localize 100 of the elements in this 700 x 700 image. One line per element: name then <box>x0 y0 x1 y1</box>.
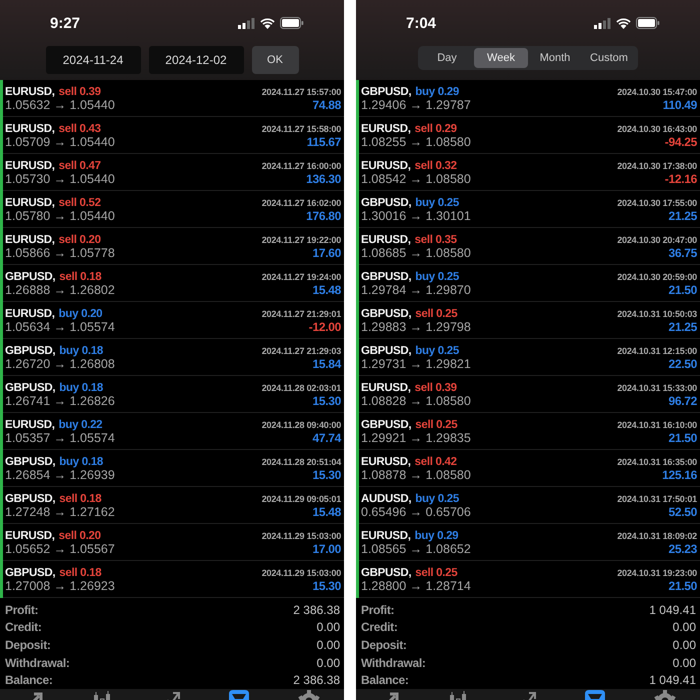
trade-order: sell 0.43 <box>58 122 101 134</box>
trade-time: 2024.11.29 15:03:00 <box>262 530 341 540</box>
battery-icon <box>636 17 660 29</box>
trade-time: 2024.10.30 20:59:00 <box>617 272 697 282</box>
summary-label: Balance: <box>5 673 53 688</box>
summary-value: 0.00 <box>316 656 340 670</box>
trade-order: sell 0.39 <box>414 382 457 394</box>
trade-profit: 36.75 <box>668 246 697 260</box>
trade-time: 2024.11.29 09:05:01 <box>262 494 341 504</box>
battery-icon <box>280 17 304 29</box>
trade-time: 2024.11.27 16:00:00 <box>262 160 341 170</box>
trade-symbol: EURUSD, <box>361 530 411 542</box>
summary-label: Profit: <box>361 602 394 617</box>
trade-order: buy 0.18 <box>59 456 103 468</box>
trade-symbol: GBPUSD, <box>361 270 412 282</box>
trade-prices: 1.29731 → 1.29821 <box>361 356 471 370</box>
end-date-field[interactable]: 2024-12-02 <box>148 46 244 74</box>
trade-symbol: EURUSD, <box>361 160 411 172</box>
trade-symbol: EURUSD, <box>5 418 55 430</box>
summary-value: 0.00 <box>672 656 696 670</box>
summary-label: Deposit: <box>361 638 407 652</box>
trade-order: buy 0.29 <box>415 86 459 98</box>
trade-profit: 25.23 <box>668 542 697 556</box>
summary-value: 0.00 <box>672 620 696 634</box>
trade-time: 2024.10.30 15:47:00 <box>617 86 697 96</box>
status-time: 7:04 <box>406 14 436 32</box>
trade-order: sell 0.18 <box>59 492 102 504</box>
trade-prices: 1.08565 → 1.08652 <box>361 542 471 556</box>
trade-time: 2024.10.31 19:23:00 <box>617 568 697 578</box>
trade-order: buy 0.22 <box>58 418 102 430</box>
summary-value: 0.00 <box>316 638 340 652</box>
trade-symbol: GBPUSD, <box>361 418 412 430</box>
trade-prices: 1.05780 → 1.05440 <box>5 208 115 222</box>
trade-prices: 1.29883 → 1.29798 <box>361 320 471 334</box>
trade-prices: 1.05709 → 1.05440 <box>5 134 115 148</box>
summary-value: 2 386.38 <box>293 673 340 688</box>
trade-profit: 21.25 <box>668 320 697 334</box>
trade-profit: 15.30 <box>312 578 341 592</box>
trade-profit: 110.49 <box>662 98 697 112</box>
trade-time: 2024.11.27 21:29:03 <box>262 346 341 356</box>
trade-time: 2024.11.28 09:40:00 <box>262 420 341 430</box>
trade-profit: 52.50 <box>668 504 697 518</box>
trade-prices: 1.05632 → 1.05440 <box>5 98 115 112</box>
period-tab[interactable]: Custom <box>582 48 636 68</box>
trade-time: 2024.10.31 15:33:00 <box>617 382 697 392</box>
trade-symbol: EURUSD, <box>361 456 411 468</box>
status-time: 9:27 <box>50 14 80 32</box>
summary-value: 0.00 <box>316 620 340 634</box>
trade-symbol: GBPUSD, <box>5 456 56 468</box>
trade-profit: 15.48 <box>312 282 341 296</box>
trade-order: sell 0.52 <box>58 196 101 208</box>
trade-order: buy 0.25 <box>415 492 459 504</box>
trade-symbol: GBPUSD, <box>5 566 56 578</box>
trade-prices: 1.08542 → 1.08580 <box>361 172 471 186</box>
trade-symbol: EURUSD, <box>5 122 55 134</box>
trade-profit: 115.67 <box>306 134 341 148</box>
trade-profit: 176.80 <box>306 208 341 222</box>
ok-button[interactable]: OK <box>252 46 298 74</box>
period-tab[interactable]: Month <box>528 48 582 68</box>
trade-time: 2024.10.31 10:50:03 <box>617 308 697 318</box>
trade-order: sell 0.20 <box>58 530 101 542</box>
period-tab[interactable]: Week <box>474 48 528 68</box>
trade-prices: 1.26720 → 1.26808 <box>5 356 115 370</box>
start-date-field[interactable]: 2024-11-24 <box>46 46 140 74</box>
summary-label: Profit: <box>5 602 38 617</box>
trade-order: sell 0.39 <box>58 86 101 98</box>
trade-symbol: GBPUSD, <box>5 344 56 356</box>
period-tab[interactable]: Day <box>420 48 474 68</box>
trade-order: buy 0.18 <box>59 382 103 394</box>
summary-value: 2 386.38 <box>293 602 340 617</box>
trade-prices: 1.27248 → 1.27162 <box>5 504 115 518</box>
trade-profit: 15.84 <box>312 356 341 370</box>
trade-order: buy 0.18 <box>59 344 103 356</box>
trade-symbol: GBPUSD, <box>361 344 412 356</box>
trade-profit: 136.30 <box>306 172 341 186</box>
trade-symbol: EURUSD, <box>5 308 55 320</box>
trade-order: buy 0.20 <box>58 308 102 320</box>
trade-symbol: GBPUSD, <box>361 196 412 208</box>
trade-profit: 125.16 <box>662 468 697 482</box>
trade-time: 2024.10.31 12:15:00 <box>617 346 697 356</box>
summary-value: 1 049.41 <box>649 602 696 617</box>
trade-profit: 21.50 <box>668 578 697 592</box>
trade-symbol: EURUSD, <box>361 382 411 394</box>
trade-order: sell 0.25 <box>415 566 458 578</box>
trade-order: sell 0.32 <box>414 160 457 172</box>
trade-symbol: EURUSD, <box>5 160 55 172</box>
trade-order: buy 0.25 <box>415 344 459 356</box>
trade-order: sell 0.42 <box>414 456 457 468</box>
trade-order: buy 0.25 <box>415 196 459 208</box>
trade-prices: 1.08685 → 1.08580 <box>361 246 471 260</box>
trade-symbol: EURUSD, <box>5 530 55 542</box>
summary-label: Deposit: <box>5 638 51 652</box>
summary-value: 1 049.41 <box>649 673 696 688</box>
trade-symbol: GBPUSD, <box>5 492 56 504</box>
trade-prices: 1.29406 → 1.29787 <box>361 98 471 112</box>
trade-order: buy 0.25 <box>415 270 459 282</box>
trade-symbol: GBPUSD, <box>5 382 56 394</box>
trade-time: 2024.11.28 20:51:04 <box>262 456 341 466</box>
trade-prices: 1.26741 → 1.26826 <box>5 394 115 408</box>
trade-profit: 17.60 <box>312 246 341 260</box>
